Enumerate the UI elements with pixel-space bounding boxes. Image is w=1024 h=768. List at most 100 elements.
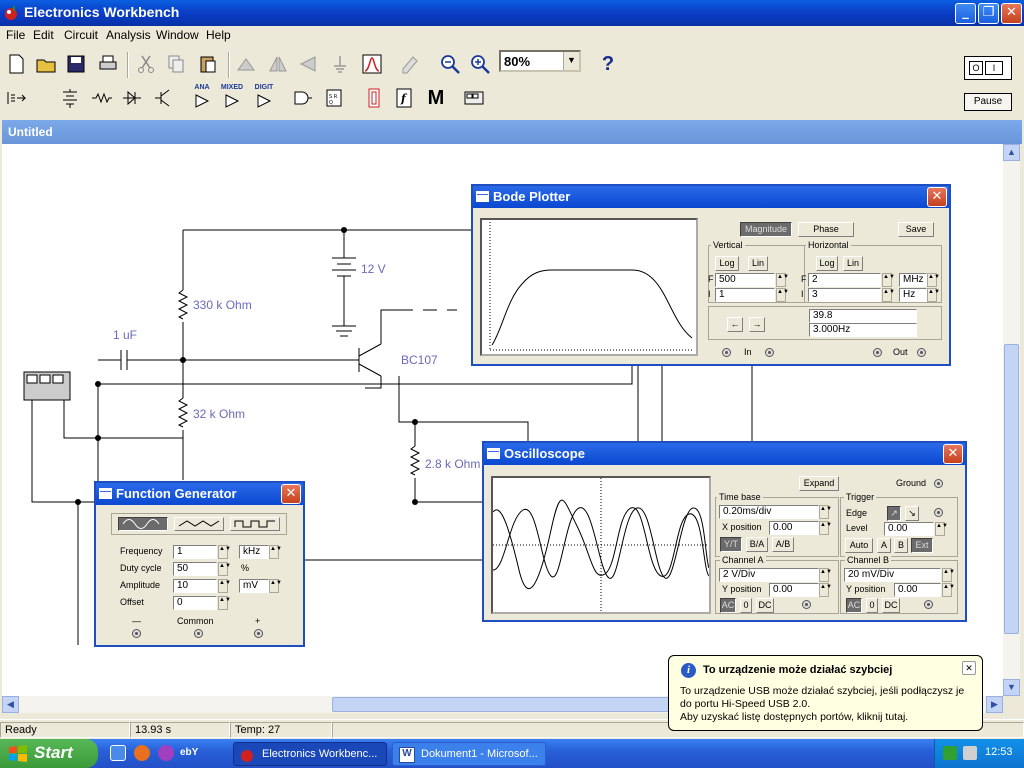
controls-bin-icon[interactable]: f bbox=[390, 84, 418, 112]
taskbar-task-word[interactable]: W Dokument1 - Microsof... bbox=[392, 742, 546, 766]
expand-button[interactable]: Expand bbox=[799, 476, 839, 491]
bode-title-bar[interactable]: Bode Plotter ✕ bbox=[473, 186, 949, 208]
horizontal-log-button[interactable]: Log bbox=[816, 256, 838, 271]
zoom-select[interactable]: 80% ▼ bbox=[499, 50, 581, 72]
falling-edge-icon[interactable]: ↘ bbox=[905, 506, 919, 521]
bode-plotter-window[interactable]: Bode Plotter ✕ Magnitude Phase Save Vert… bbox=[471, 184, 951, 366]
flip-horizontal-icon[interactable] bbox=[264, 50, 292, 78]
timebase-field[interactable]: 0.20ms/div bbox=[719, 505, 819, 519]
spinner-icon[interactable]: ▲▼ bbox=[218, 545, 231, 559]
vertical-initial-field[interactable]: 1 bbox=[715, 288, 775, 302]
ba-button[interactable]: B/A bbox=[746, 537, 768, 552]
app-title-bar[interactable]: Electronics Workbench _ ❐ ✕ bbox=[0, 0, 1024, 26]
in-terminal[interactable] bbox=[722, 348, 731, 357]
auto-button[interactable]: Auto bbox=[845, 538, 873, 553]
common-terminal[interactable] bbox=[194, 629, 203, 638]
diodes-bin-icon[interactable] bbox=[118, 84, 146, 112]
new-file-icon[interactable] bbox=[2, 50, 30, 78]
channel-b-ac-button[interactable]: AC bbox=[846, 598, 862, 613]
horizontal-initial-field[interactable]: 3 bbox=[808, 288, 881, 302]
subcircuit-icon[interactable] bbox=[396, 50, 424, 78]
out-terminal[interactable] bbox=[873, 348, 882, 357]
taskbar-task-ewb[interactable]: Electronics Workbenc... bbox=[233, 742, 387, 766]
logic-gates-bin-icon[interactable] bbox=[288, 84, 316, 112]
show-desktop-icon[interactable] bbox=[110, 745, 126, 761]
spinner-icon[interactable]: ▲▼ bbox=[218, 562, 231, 576]
scroll-right-icon[interactable]: ▶ bbox=[986, 696, 1003, 713]
minus-terminal[interactable] bbox=[132, 629, 141, 638]
bode-save-button[interactable]: Save bbox=[898, 222, 934, 237]
trigger-terminal[interactable] bbox=[934, 508, 943, 517]
usb-notification-balloon[interactable]: i To urządzenie może działać szybciej ✕ … bbox=[668, 655, 983, 731]
horizontal-initial-unit[interactable]: Hz bbox=[899, 288, 927, 302]
out-terminal-ground[interactable] bbox=[917, 348, 926, 357]
y-position-a-field[interactable]: 0.00 bbox=[769, 583, 819, 597]
trigger-b-button[interactable]: B bbox=[894, 538, 908, 553]
sources-bin-icon[interactable] bbox=[56, 84, 84, 112]
channel-b-terminal[interactable] bbox=[924, 600, 933, 609]
spinner-icon[interactable]: ▲▼ bbox=[776, 288, 789, 302]
spinner-icon[interactable]: ▲▼ bbox=[882, 288, 895, 302]
spinner-icon[interactable]: ▲▼ bbox=[882, 273, 895, 287]
balloon-close-icon[interactable]: ✕ bbox=[962, 661, 976, 675]
balloon-line-3[interactable]: Aby uzyskać listę dostępnych portów, kli… bbox=[680, 711, 908, 723]
spinner-icon[interactable]: ▲▼ bbox=[942, 583, 955, 597]
pause-button[interactable]: Pause bbox=[964, 93, 1012, 111]
document-title-bar[interactable]: Untitled bbox=[2, 120, 1022, 144]
channel-a-ac-button[interactable]: AC bbox=[720, 598, 736, 613]
menu-file[interactable]: File bbox=[6, 28, 25, 42]
spinner-icon[interactable]: ▲▼ bbox=[819, 521, 832, 535]
close-button[interactable]: ✕ bbox=[1001, 3, 1022, 24]
mixed-ics-bin-icon[interactable]: MIXED bbox=[218, 84, 246, 112]
flip-vertical-icon[interactable] bbox=[294, 50, 322, 78]
vertical-final-field[interactable]: 500 bbox=[715, 273, 775, 287]
menu-circuit[interactable]: Circuit bbox=[64, 28, 98, 42]
ebay-icon[interactable]: ebY bbox=[180, 747, 198, 758]
menu-window[interactable]: Window bbox=[156, 28, 199, 42]
spinner-icon[interactable]: ▲▼ bbox=[935, 522, 948, 536]
cursor-right-button[interactable]: → bbox=[749, 317, 765, 332]
spinner-icon[interactable]: ▲▼ bbox=[218, 579, 231, 593]
x-position-field[interactable]: 0.00 bbox=[769, 521, 819, 535]
help-button[interactable]: ? bbox=[594, 50, 622, 78]
usb-device-icon[interactable] bbox=[963, 746, 977, 760]
miscellaneous-bin-icon[interactable]: M bbox=[422, 84, 450, 112]
cut-icon[interactable] bbox=[132, 50, 160, 78]
zoom-in-icon[interactable] bbox=[466, 50, 494, 78]
amplitude-unit[interactable]: mV bbox=[239, 579, 269, 593]
spinner-icon[interactable]: ▲▼ bbox=[269, 545, 282, 559]
maximize-button[interactable]: ❐ bbox=[978, 3, 999, 24]
vertical-log-button[interactable]: Log bbox=[715, 256, 739, 271]
trigger-a-button[interactable]: A bbox=[877, 538, 891, 553]
menu-edit[interactable]: Edit bbox=[33, 28, 54, 42]
power-switch[interactable]: O I bbox=[964, 56, 1012, 80]
ab-button[interactable]: A/B bbox=[772, 537, 794, 552]
chevron-down-icon[interactable]: ▼ bbox=[563, 52, 579, 70]
analog-ics-bin-icon[interactable]: ANA bbox=[188, 84, 216, 112]
spinner-icon[interactable]: ▲▼ bbox=[218, 596, 231, 610]
scroll-down-icon[interactable]: ▼ bbox=[1003, 679, 1020, 696]
spinner-icon[interactable]: ▲▼ bbox=[927, 273, 940, 287]
print-icon[interactable] bbox=[94, 50, 122, 78]
channel-b-dc-button[interactable]: DC bbox=[882, 598, 900, 613]
instruments-bin-icon[interactable] bbox=[460, 84, 488, 112]
oscilloscope-close-button[interactable]: ✕ bbox=[943, 444, 963, 464]
plus-terminal[interactable] bbox=[254, 629, 263, 638]
spinner-icon[interactable]: ▲▼ bbox=[942, 568, 955, 582]
firefox-icon[interactable] bbox=[134, 745, 150, 761]
favorites-bin-icon[interactable] bbox=[2, 84, 30, 112]
indicators-bin-icon[interactable] bbox=[360, 84, 388, 112]
spinner-icon[interactable]: ▲▼ bbox=[819, 568, 832, 582]
spinner-icon[interactable]: ▲▼ bbox=[269, 579, 282, 593]
triangle-wave-icon[interactable] bbox=[174, 517, 224, 531]
spinner-icon[interactable]: ▲▼ bbox=[819, 583, 832, 597]
horizontal-final-unit[interactable]: MHz bbox=[899, 273, 927, 287]
channel-b-scale-field[interactable]: 20 mV/Div bbox=[844, 568, 941, 582]
horizontal-final-field[interactable]: 2 bbox=[808, 273, 881, 287]
in-terminal-ground[interactable] bbox=[765, 348, 774, 357]
sine-wave-icon[interactable] bbox=[118, 517, 168, 531]
channel-a-dc-button[interactable]: DC bbox=[756, 598, 774, 613]
frequency-unit[interactable]: kHz bbox=[239, 545, 269, 559]
oscilloscope-window[interactable]: Oscilloscope ✕ Expand Ground Time base 0… bbox=[482, 441, 967, 622]
magnitude-button[interactable]: Magnitude bbox=[740, 222, 792, 237]
